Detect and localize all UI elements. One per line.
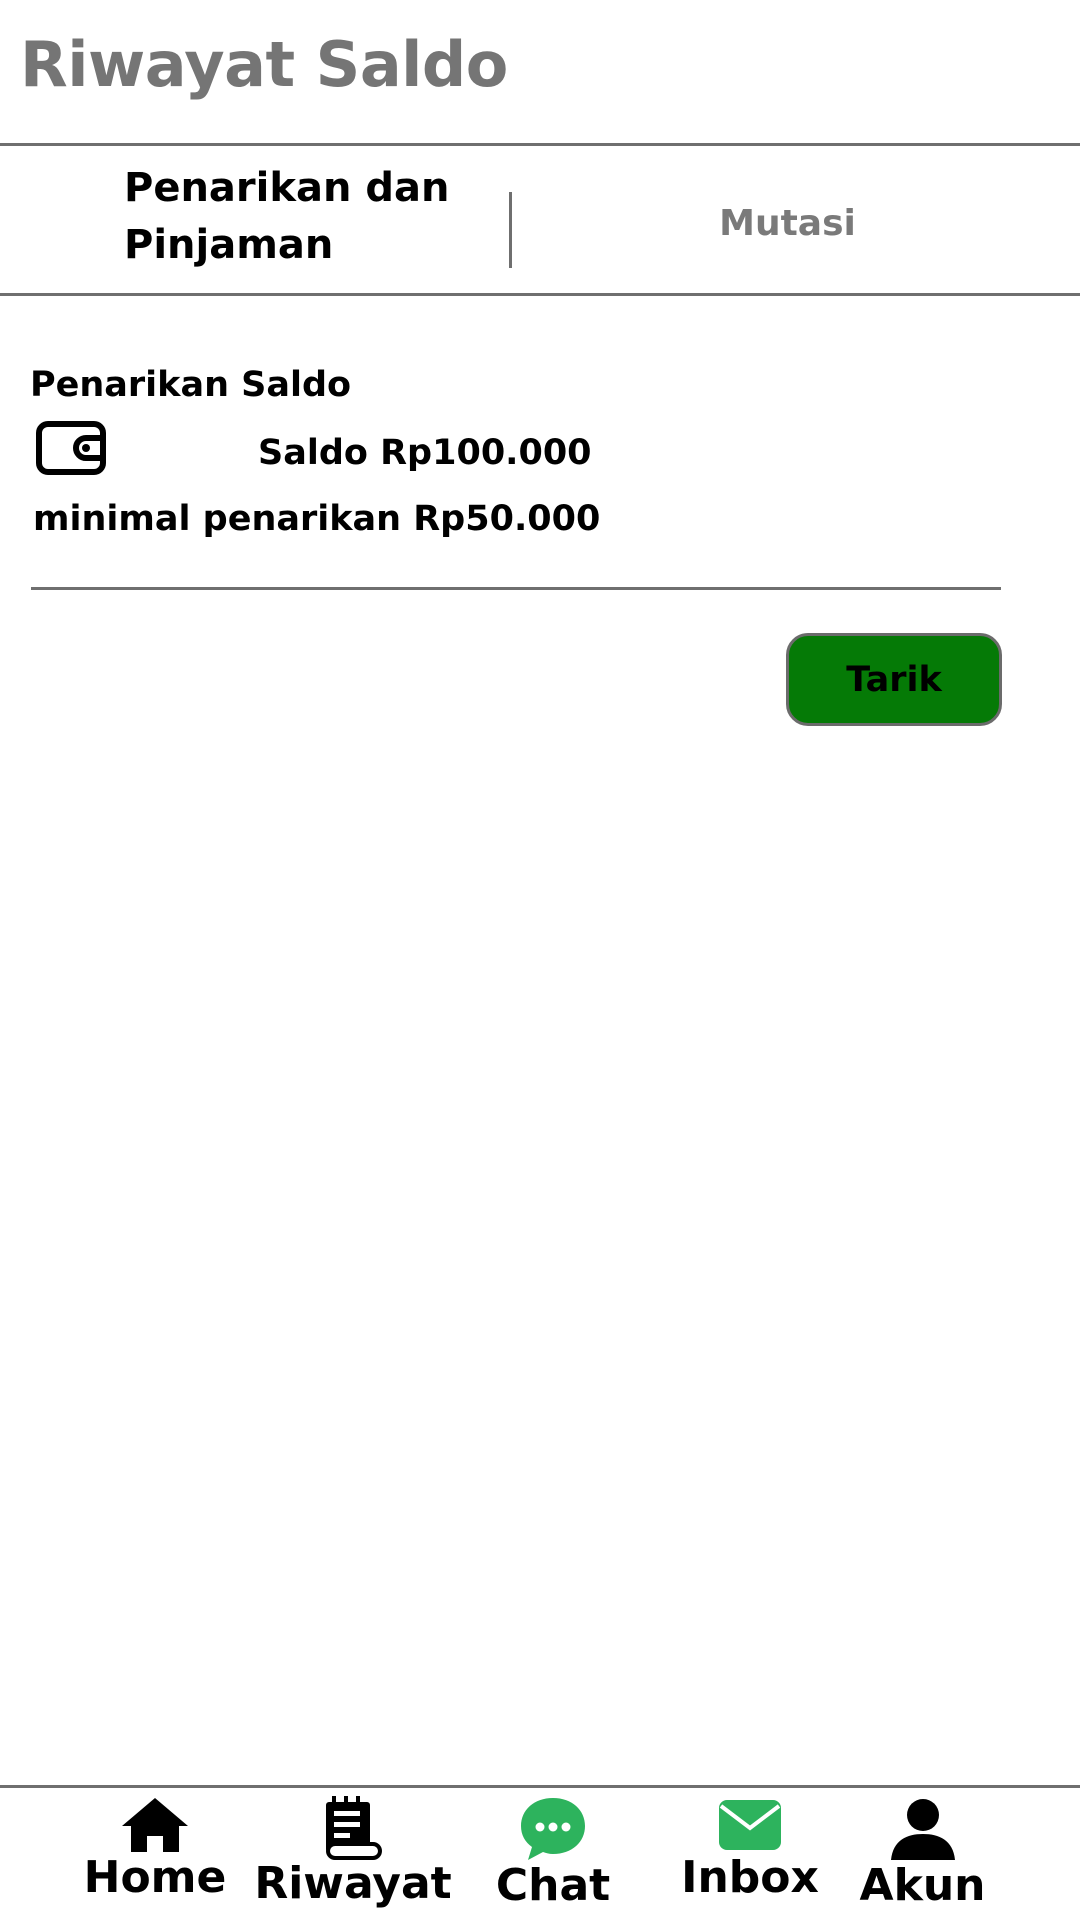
nav-label-riwayat: Riwayat (254, 1858, 452, 1909)
nav-item-akun[interactable]: Akun (860, 1796, 985, 1910)
section-title: Penarikan Saldo (30, 365, 352, 405)
tab-separator (509, 192, 512, 268)
nav-label-home: Home (83, 1852, 227, 1903)
minimum-withdrawal-note: minimal penarikan Rp50.000 (33, 499, 601, 539)
history-icon (326, 1796, 382, 1860)
tabs-divider (0, 293, 1080, 296)
app-screen: Riwayat Saldo Penarikan dan Pinjaman Mut… (0, 0, 1080, 1920)
page-title: Riwayat Saldo (20, 28, 508, 101)
user-icon (890, 1799, 955, 1860)
section-divider (31, 587, 1001, 590)
balance-text: Saldo Rp100.000 (258, 433, 592, 473)
nav-label-inbox: Inbox (681, 1852, 819, 1903)
nav-item-chat[interactable]: Chat (490, 1796, 616, 1910)
header-divider (0, 143, 1080, 146)
home-icon (122, 1798, 188, 1852)
bottom-nav-divider (0, 1785, 1080, 1788)
nav-item-inbox[interactable]: Inbox (681, 1796, 819, 1902)
wallet-icon (36, 421, 106, 475)
nav-item-riwayat[interactable]: Riwayat (254, 1796, 452, 1908)
nav-item-home[interactable]: Home (84, 1796, 226, 1902)
mail-icon (719, 1800, 781, 1850)
tab-penarikan-dan-pinjaman[interactable]: Penarikan dan Pinjaman (124, 160, 454, 274)
chat-icon (521, 1798, 585, 1860)
tarik-button[interactable]: Tarik (786, 633, 1002, 726)
tab-mutasi[interactable]: Mutasi (690, 203, 885, 244)
nav-label-chat: Chat (495, 1860, 611, 1911)
nav-label-akun: Akun (859, 1860, 986, 1911)
